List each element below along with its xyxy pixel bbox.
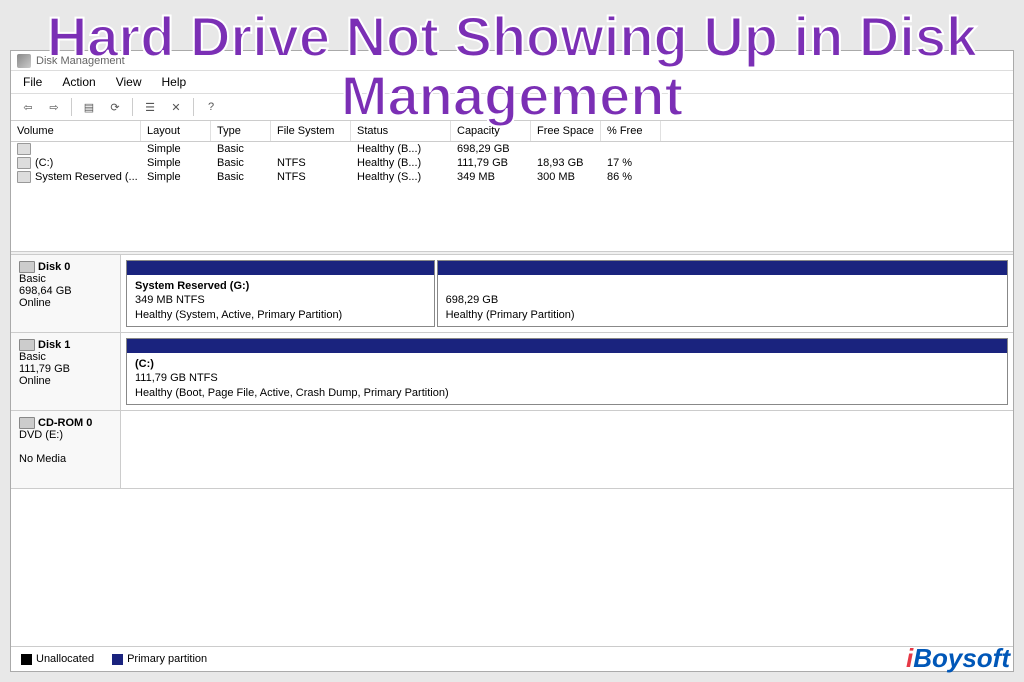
col-free[interactable]: Free Space (531, 121, 601, 141)
volume-row[interactable]: SimpleBasicHealthy (B...)698,29 GB (11, 142, 1013, 156)
menu-action[interactable]: Action (54, 73, 103, 91)
col-pctfree[interactable]: % Free (601, 121, 661, 141)
menu-view[interactable]: View (108, 73, 150, 91)
back-button[interactable]: ⇦ (17, 97, 39, 117)
toolbar-sep (71, 98, 72, 116)
col-type[interactable]: Type (211, 121, 271, 141)
titlebar: Disk Management (11, 51, 1013, 71)
partitions (121, 411, 1013, 488)
volume-row[interactable]: System Reserved (...SimpleBasicNTFSHealt… (11, 170, 1013, 184)
toolbar-sep (132, 98, 133, 116)
disk-info[interactable]: Disk 0Basic698,64 GBOnline (11, 255, 121, 332)
menubar: File Action View Help (11, 71, 1013, 94)
partition[interactable]: 698,29 GBHealthy (Primary Partition) (437, 260, 1008, 327)
partitions: (C:)111,79 GB NTFSHealthy (Boot, Page Fi… (121, 333, 1013, 410)
disk-row: Disk 0Basic698,64 GBOnlineSystem Reserve… (11, 255, 1013, 333)
col-status[interactable]: Status (351, 121, 451, 141)
disk-icon (19, 261, 35, 273)
legend: Unallocated Primary partition (11, 646, 1013, 671)
toolbar: ⇦ ⇨ ▤ ⟳ ☰ ✕ ? (11, 94, 1013, 121)
graphical-view: Disk 0Basic698,64 GBOnlineSystem Reserve… (11, 255, 1013, 646)
partitions: System Reserved (G:)349 MB NTFSHealthy (… (121, 255, 1013, 332)
disk-management-window: Disk Management File Action View Help ⇦ … (10, 50, 1014, 672)
properties-button[interactable]: ☰ (139, 97, 161, 117)
disk-row: CD-ROM 0DVD (E:)No Media (11, 411, 1013, 489)
partition[interactable]: System Reserved (G:)349 MB NTFSHealthy (… (126, 260, 435, 327)
volume-list: Volume Layout Type File System Status Ca… (11, 121, 1013, 251)
disk-row: Disk 1Basic111,79 GBOnline (C:)111,79 GB… (11, 333, 1013, 411)
delete-button[interactable]: ✕ (165, 97, 187, 117)
disk-info[interactable]: Disk 1Basic111,79 GBOnline (11, 333, 121, 410)
disk-icon (19, 339, 35, 351)
menu-help[interactable]: Help (154, 73, 195, 91)
up-button[interactable]: ▤ (78, 97, 100, 117)
col-layout[interactable]: Layout (141, 121, 211, 141)
disk-icon (19, 417, 35, 429)
volume-header-row: Volume Layout Type File System Status Ca… (11, 121, 1013, 142)
legend-primary: Primary partition (112, 653, 207, 665)
disk-info[interactable]: CD-ROM 0DVD (E:)No Media (11, 411, 121, 488)
partition[interactable]: (C:)111,79 GB NTFSHealthy (Boot, Page Fi… (126, 338, 1008, 405)
swatch-blue-icon (112, 654, 123, 665)
legend-unallocated: Unallocated (21, 653, 94, 665)
toolbar-sep (193, 98, 194, 116)
swatch-black-icon (21, 654, 32, 665)
forward-button[interactable]: ⇨ (43, 97, 65, 117)
app-icon (17, 54, 31, 68)
menu-file[interactable]: File (15, 73, 50, 91)
partition-bar (127, 339, 1007, 353)
refresh-button[interactable]: ⟳ (104, 97, 126, 117)
window-title: Disk Management (36, 55, 125, 67)
help-button[interactable]: ? (200, 97, 222, 117)
partition-bar (438, 261, 1007, 275)
partition-bar (127, 261, 434, 275)
col-capacity[interactable]: Capacity (451, 121, 531, 141)
col-volume[interactable]: Volume (11, 121, 141, 141)
volume-row[interactable]: (C:)SimpleBasicNTFSHealthy (B...)111,79 … (11, 156, 1013, 170)
col-filesystem[interactable]: File System (271, 121, 351, 141)
